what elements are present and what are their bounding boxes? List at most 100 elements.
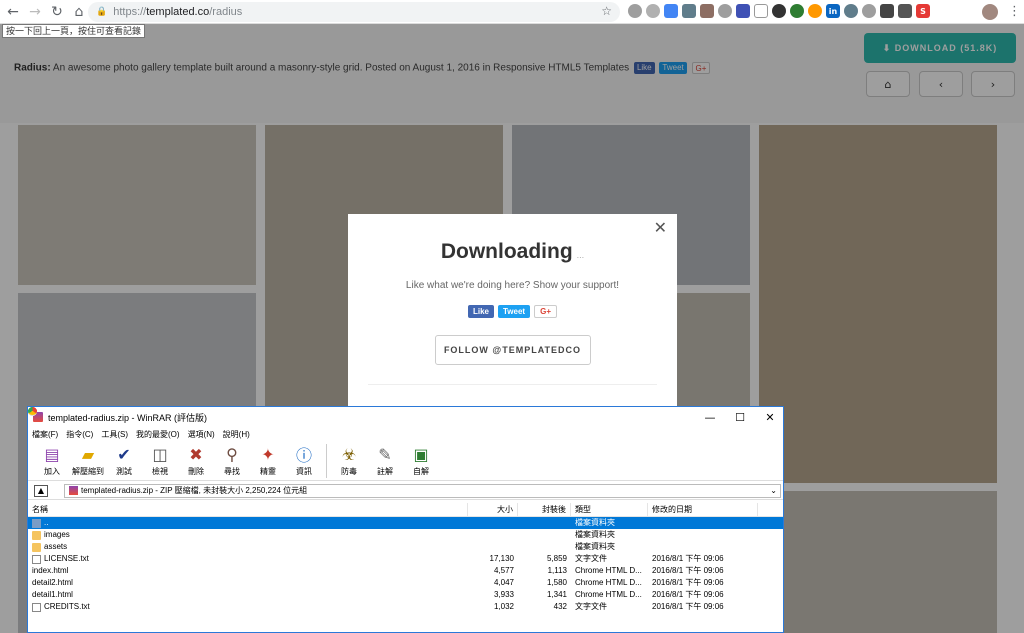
file-row[interactable]: LICENSE.txt 17,130 5,859 文字文件 2016/8/1 下… <box>28 553 783 565</box>
file-row[interactable]: detail1.html 3,933 1,341 Chrome HTML D..… <box>28 407 783 601</box>
menu-favorites[interactable]: 我的最愛(O) <box>136 429 180 440</box>
extract-to-button[interactable]: ▰ 解壓縮到 <box>70 441 106 477</box>
file-modified: 2016/8/1 下午 09:06 <box>652 602 724 611</box>
extension-icon[interactable] <box>700 4 714 18</box>
forward-button[interactable]: → <box>24 1 46 23</box>
column-packed[interactable]: 封裝後 <box>518 502 571 517</box>
info-button[interactable]: ⓘ 資訊 <box>286 441 322 477</box>
wizard-button[interactable]: ✦ 精靈 <box>250 441 286 477</box>
winrar-titlebar[interactable]: templated-radius.zip - WinRAR (評估版) — ☐ … <box>28 407 783 427</box>
tool-label: 刪除 <box>188 467 204 476</box>
extension-icon[interactable] <box>646 4 660 18</box>
tool-label: 防毒 <box>341 467 357 476</box>
browser-toolbar: ← → ↻ ⌂ 🔒 https:// templated.co /radius … <box>0 0 1024 24</box>
extension-icon[interactable] <box>628 4 642 18</box>
archive-path-field[interactable]: templated-radius.zip - ZIP 壓縮檔, 未封裝大小 2,… <box>64 483 781 498</box>
file-modified: 2016/8/1 下午 09:06 <box>652 566 724 575</box>
bookmark-star-icon[interactable]: ☆ <box>601 4 612 18</box>
file-type: 檔案資料夾 <box>575 530 615 539</box>
file-packed: 5,859 <box>546 554 567 563</box>
test-check-icon: ✔ <box>117 444 131 464</box>
comment-button[interactable]: ✎ 註解 <box>367 441 403 477</box>
extension-icon[interactable] <box>898 4 912 18</box>
file-size <box>468 541 518 553</box>
file-packed <box>518 517 571 529</box>
reload-button[interactable]: ↻ <box>46 1 68 23</box>
url-scheme: https:// <box>113 6 147 18</box>
window-close-button[interactable]: ✕ <box>755 407 785 427</box>
file-size: 1,032 <box>493 602 514 611</box>
tool-label: 加入 <box>44 467 60 476</box>
url-host: templated.co <box>146 6 210 18</box>
tweet-button[interactable]: Tweet <box>498 305 531 318</box>
modal-title-text: Downloading <box>440 240 573 263</box>
tool-label: 精靈 <box>260 467 276 476</box>
column-modified[interactable]: 修改的日期 <box>648 502 758 517</box>
menu-file[interactable]: 檔案(F) <box>32 429 58 440</box>
file-row[interactable]: images 檔案資料夾 <box>28 529 783 541</box>
extension-icon[interactable] <box>790 4 804 18</box>
tool-label: 檢視 <box>152 467 168 476</box>
file-row[interactable]: assets 檔案資料夾 <box>28 541 783 553</box>
column-name[interactable]: 名稱 <box>28 502 468 517</box>
home-button[interactable]: ⌂ <box>68 1 90 23</box>
extension-icon[interactable] <box>862 4 876 18</box>
extension-icon[interactable] <box>682 4 696 18</box>
menu-kebab-icon[interactable]: ⋮ <box>1008 4 1021 19</box>
file-row[interactable]: CREDITS.txt 1,032 432 文字文件 2016/8/1 下午 0… <box>28 601 783 613</box>
extension-icon[interactable]: S <box>916 4 930 18</box>
column-size[interactable]: 大小 <box>468 502 518 517</box>
file-type: 文字文件 <box>575 602 607 611</box>
menu-help[interactable]: 說明(H) <box>223 429 250 440</box>
zip-archive-icon <box>69 486 78 495</box>
file-list-header: 名稱 大小 封裝後 類型 修改的日期 <box>28 502 783 517</box>
file-row[interactable]: index.html 4,577 1,113 Chrome HTML D... … <box>28 407 783 577</box>
menu-tools[interactable]: 工具(S) <box>101 429 128 440</box>
folder-icon <box>32 530 41 540</box>
translate-icon[interactable] <box>664 4 678 18</box>
virus-scan-button[interactable]: ☣ 防毒 <box>331 441 367 477</box>
menu-options[interactable]: 選項(N) <box>188 429 215 440</box>
extension-icon[interactable] <box>718 4 732 18</box>
file-row[interactable]: detail2.html 4,047 1,580 Chrome HTML D..… <box>28 407 783 589</box>
column-type[interactable]: 類型 <box>571 502 648 517</box>
file-modified <box>648 517 758 529</box>
file-size: 17,130 <box>489 554 514 563</box>
file-modified: 2016/8/1 下午 09:06 <box>652 578 724 587</box>
file-name: index.html <box>32 566 69 575</box>
extension-icon[interactable] <box>808 4 822 18</box>
find-button[interactable]: ⚲ 尋找 <box>214 441 250 477</box>
profile-avatar[interactable] <box>982 4 998 20</box>
sfx-button[interactable]: ▣ 自解 <box>403 441 439 477</box>
up-folder-button[interactable]: ▲ <box>34 484 48 497</box>
file-name: detail1.html <box>32 590 73 599</box>
test-button[interactable]: ✔ 測試 <box>106 441 142 477</box>
extension-icon[interactable] <box>880 4 894 18</box>
download-modal: ✕ Downloading... Like what we're doing h… <box>348 214 677 414</box>
minimize-button[interactable]: — <box>695 407 725 427</box>
file-type: 檔案資料夾 <box>575 518 615 527</box>
facebook-like-button[interactable]: Like <box>468 305 495 318</box>
extension-icon[interactable] <box>844 4 858 18</box>
delete-button[interactable]: ✖ 刪除 <box>178 441 214 477</box>
add-button[interactable]: ▤ 加入 <box>34 441 70 477</box>
file-row[interactable]: .. 檔案資料夾 <box>28 517 783 529</box>
close-icon[interactable]: ✕ <box>654 218 667 237</box>
address-bar[interactable]: 🔒 https:// templated.co /radius ☆ <box>88 2 620 22</box>
extension-icon[interactable] <box>754 4 768 18</box>
back-button[interactable]: ← <box>2 1 24 23</box>
google-plus-button[interactable]: G+ <box>534 305 557 318</box>
linkedin-icon[interactable]: in <box>826 4 840 18</box>
wizard-icon: ✦ <box>261 444 275 464</box>
file-type: Chrome HTML D... <box>575 566 642 575</box>
chevron-down-icon[interactable]: ⌄ <box>770 485 777 497</box>
toolbar-separator <box>326 444 327 478</box>
extension-icon[interactable] <box>736 4 750 18</box>
maximize-button[interactable]: ☐ <box>725 407 755 427</box>
follow-button[interactable]: FOLLOW @TEMPLATEDCO <box>434 335 591 365</box>
tool-label: 自解 <box>413 467 429 476</box>
file-size: 3,933 <box>493 590 514 599</box>
extension-icon[interactable] <box>772 4 786 18</box>
view-button[interactable]: ◫ 檢視 <box>142 441 178 477</box>
menu-commands[interactable]: 指令(C) <box>66 429 93 440</box>
